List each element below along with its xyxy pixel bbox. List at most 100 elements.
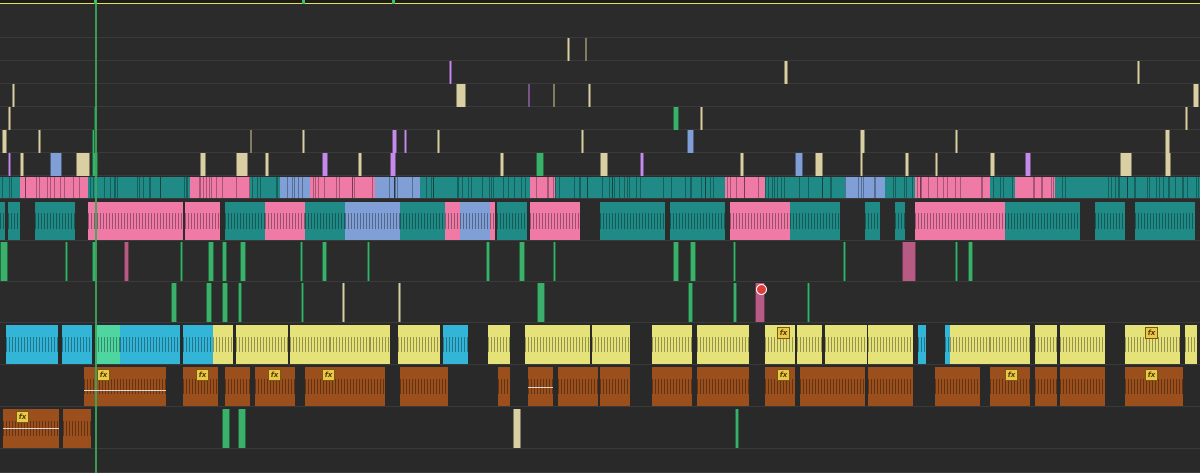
video-clip[interactable] (392, 130, 397, 153)
audio-clip[interactable] (6, 325, 58, 364)
video-clip[interactable] (250, 130, 252, 153)
audio-clip[interactable] (868, 325, 913, 364)
fx-badge-icon[interactable]: fx (97, 369, 110, 381)
video-clip[interactable] (50, 153, 62, 176)
fx-badge-icon[interactable]: fx (16, 411, 29, 423)
video-clip[interactable] (968, 242, 973, 281)
video-clip[interactable] (76, 153, 90, 176)
fx-badge-icon[interactable]: fx (196, 369, 209, 381)
audio-clip[interactable] (236, 325, 288, 364)
audio-clip[interactable] (525, 325, 590, 364)
video-clip[interactable] (322, 153, 328, 176)
audio-clip[interactable] (398, 325, 440, 364)
video-clip[interactable] (915, 202, 1005, 240)
video-clip[interactable] (280, 177, 310, 198)
video-clip[interactable] (206, 283, 212, 322)
video-clip[interactable] (1095, 202, 1125, 240)
fx-badge-icon[interactable]: fx (268, 369, 281, 381)
video-clip[interactable] (486, 242, 490, 281)
video-clip[interactable] (345, 202, 400, 240)
audio-clip[interactable] (990, 325, 1030, 364)
video-clip[interactable] (530, 177, 555, 198)
fx-badge-icon[interactable]: fx (1145, 369, 1158, 381)
keyframe-icon[interactable] (84, 390, 166, 391)
video-track-2[interactable] (0, 38, 1200, 61)
audio-clip[interactable] (222, 409, 230, 448)
video-clip[interactable] (1005, 202, 1080, 240)
marker-icon[interactable] (756, 284, 767, 295)
audio-clip[interactable] (1035, 325, 1057, 364)
video-clip[interactable] (600, 202, 665, 240)
video-clip[interactable] (733, 242, 736, 281)
video-clip[interactable] (1025, 153, 1031, 176)
video-clip[interactable] (265, 202, 305, 240)
audio-clip[interactable] (62, 325, 92, 364)
marker-icon[interactable] (94, 0, 97, 4)
video-clip[interactable] (935, 153, 938, 176)
audio-clip[interactable] (652, 325, 692, 364)
video-clip[interactable] (581, 130, 584, 153)
audio-clip[interactable] (400, 367, 448, 406)
video-clip[interactable] (236, 153, 248, 176)
video-clip[interactable] (8, 202, 20, 240)
video-clip[interactable] (8, 107, 11, 130)
video-clip[interactable] (895, 202, 905, 240)
video-clip[interactable] (990, 177, 1015, 198)
audio-clip[interactable] (797, 325, 822, 364)
video-clip[interactable] (88, 202, 148, 240)
editor-timeline[interactable]: fx fx fx fx fx fx fx fx fx fx (0, 0, 1200, 473)
video-clip[interactable] (536, 153, 544, 176)
video-clip[interactable] (265, 153, 269, 176)
video-clip[interactable] (690, 242, 696, 281)
video-clip[interactable] (460, 202, 490, 240)
audio-clip[interactable] (330, 325, 370, 364)
video-clip[interactable] (437, 130, 440, 153)
video-clip[interactable] (673, 242, 679, 281)
video-clip[interactable] (302, 130, 305, 153)
video-track-11[interactable] (0, 282, 1200, 323)
video-clip[interactable] (171, 283, 177, 322)
video-clip[interactable] (497, 202, 527, 240)
video-clip[interactable] (65, 242, 68, 281)
video-clip[interactable] (555, 177, 610, 198)
video-clip[interactable] (845, 177, 885, 198)
audio-clip[interactable] (63, 409, 91, 448)
video-clip[interactable] (305, 202, 345, 240)
audio-track-14[interactable] (0, 407, 1200, 449)
video-clip[interactable] (528, 84, 530, 107)
video-clip[interactable] (519, 242, 525, 281)
video-clip[interactable] (600, 153, 608, 176)
audio-clip[interactable] (868, 367, 913, 406)
audio-clip[interactable] (238, 409, 246, 448)
audio-clip[interactable] (697, 367, 749, 406)
video-clip[interactable] (222, 242, 227, 281)
video-clip[interactable] (1015, 177, 1055, 198)
video-clip[interactable] (88, 177, 100, 198)
video-clip[interactable] (124, 242, 129, 281)
fx-badge-icon[interactable]: fx (777, 369, 790, 381)
video-clip[interactable] (1165, 130, 1170, 153)
video-clip[interactable] (398, 283, 401, 322)
fx-badge-icon[interactable]: fx (1005, 369, 1018, 381)
video-clip[interactable] (375, 177, 420, 198)
audio-clip[interactable] (1060, 325, 1105, 364)
audio-clip[interactable] (735, 409, 739, 448)
audio-clip[interactable] (950, 325, 990, 364)
video-clip[interactable] (358, 153, 362, 176)
video-clip[interactable] (2, 130, 7, 153)
audio-clip[interactable] (1060, 367, 1105, 406)
audio-clip[interactable] (213, 325, 233, 364)
video-clip[interactable] (687, 130, 694, 153)
video-clip[interactable] (35, 202, 75, 240)
video-clip[interactable] (553, 84, 555, 107)
video-clip[interactable] (860, 130, 865, 153)
video-clip[interactable] (905, 153, 909, 176)
video-clip[interactable] (885, 177, 915, 198)
video-clip[interactable] (820, 177, 845, 198)
keyframe-icon[interactable] (3, 428, 59, 429)
video-clip[interactable] (500, 153, 504, 176)
video-track-1[interactable] (0, 4, 1200, 38)
video-clip[interactable] (553, 242, 556, 281)
video-clip[interactable] (815, 153, 823, 176)
video-clip[interactable] (400, 202, 445, 240)
